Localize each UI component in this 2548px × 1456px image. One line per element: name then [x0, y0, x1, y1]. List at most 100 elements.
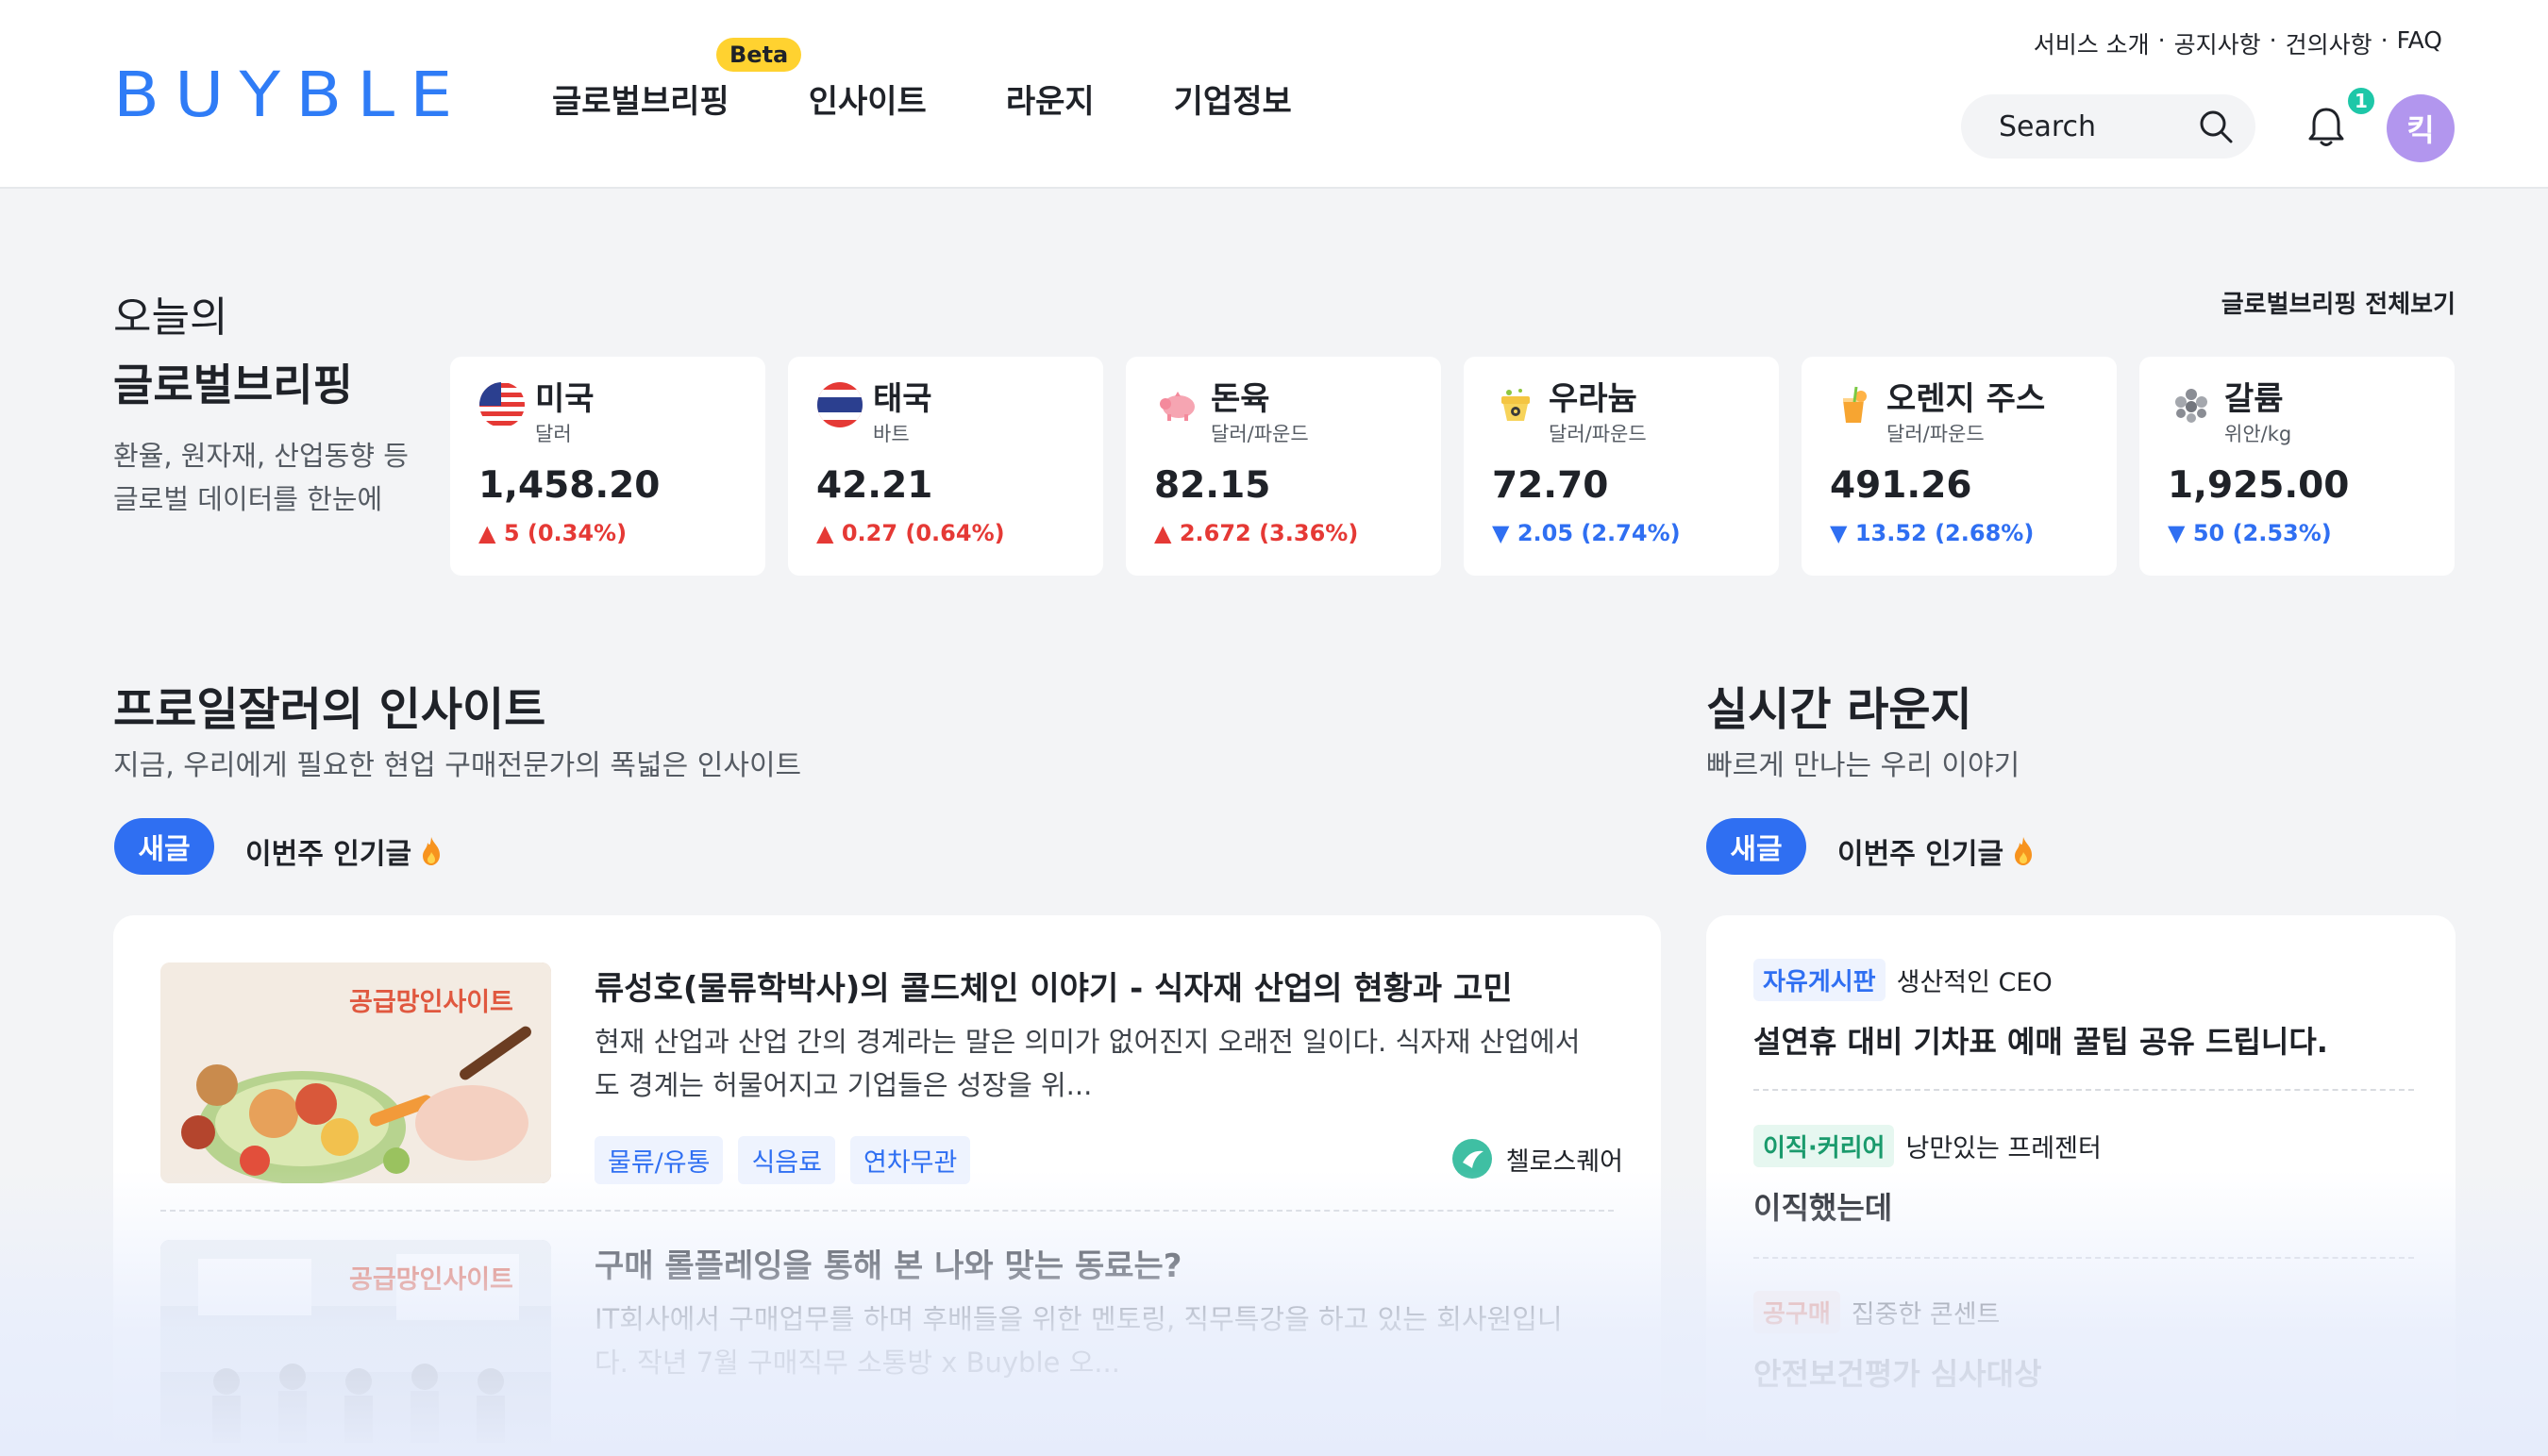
- card-value: 82.15: [1154, 464, 1271, 507]
- briefing-card-gallium[interactable]: 갈륨 위안/kg 1,925.00 ▼ 50 (2.53%): [2139, 357, 2455, 576]
- briefing-cards: 미국 달러 1,458.20 ▲ 5 (0.34%) 태국 바트 42.21 ▲: [450, 357, 2455, 576]
- briefing-card-uranium[interactable]: 우라늄 달러/파운드 72.70 ▼ 2.05 (2.74%): [1464, 357, 1779, 576]
- card-change-value: 2.672 (3.36%): [1179, 520, 1359, 546]
- lounge-tab-popular[interactable]: 이번주 인기글: [1837, 830, 2036, 872]
- post-author-name: 첼로스퀘어: [1505, 1146, 1623, 1177]
- lounge-title: 이직했는데: [1753, 1190, 1893, 1226]
- author-logo-icon: [1451, 1139, 1492, 1179]
- lounge-tab-new[interactable]: 새글: [1706, 818, 1806, 875]
- insight-post[interactable]: 공급망인사이트 류성호(물류학박사)의 콜드체인 이야기 - 식자재 산업의 현…: [160, 962, 1661, 1184]
- post-tags: 물류/유통 식음료 연차무관: [595, 1136, 971, 1184]
- post-description: IT회사에서 구매업무를 하며 후배들을 위한 멘토링, 직무특강을 하고 있는…: [595, 1303, 1563, 1379]
- avatar[interactable]: 킥: [2387, 94, 2455, 162]
- card-change: ▲ 2.672 (3.36%): [1154, 520, 1359, 546]
- card-unit: 달러/파운드: [1211, 423, 1309, 445]
- card-value: 1,925.00: [2168, 464, 2350, 507]
- insight-section-title: 프로일잘러의 인사이트: [113, 683, 546, 736]
- card-change: ▼ 50 (2.53%): [2168, 520, 2332, 546]
- insight-tab-popular[interactable]: 이번주 인기글: [245, 830, 444, 872]
- lounge-section-subtitle: 빠르게 만나는 우리 이야기: [1706, 749, 2020, 782]
- bell-icon[interactable]: [2303, 104, 2350, 151]
- insight-post[interactable]: 공급망인사이트 구매 롤플레잉을 통해 본 나와 맞는 동료는? IT회사에서 …: [160, 1240, 1661, 1456]
- card-name: 태국: [873, 380, 932, 418]
- lounge-category-badge: 이직·커리어: [1753, 1125, 1895, 1167]
- buyble-logo[interactable]: BUYBLE: [113, 62, 467, 128]
- lounge-item[interactable]: 이직·커리어 낭만있는 프레젠터 이직했는데: [1753, 1125, 2414, 1228]
- util-link-suggestion[interactable]: 건의사항: [2286, 26, 2372, 60]
- card-unit: 위안/kg: [2224, 423, 2292, 445]
- card-value: 491.26: [1830, 464, 1972, 507]
- util-link-notice[interactable]: 공지사항: [2174, 26, 2261, 60]
- search-icon[interactable]: [2197, 108, 2235, 145]
- orange-juice-icon: [1843, 386, 1867, 423]
- briefing-intro: 오늘의 글로벌브리핑 환율, 원자재, 산업동향 등 글로벌 데이터를 한눈에: [113, 283, 434, 521]
- card-name: 오렌지 주스: [1886, 380, 2046, 418]
- card-change-value: 13.52 (2.68%): [1854, 520, 2035, 546]
- card-change: ▼ 2.05 (2.74%): [1492, 520, 1681, 546]
- card-unit: 달러: [535, 423, 572, 445]
- briefing-card-orange-juice[interactable]: 오렌지 주스 달러/파운드 491.26 ▼ 13.52 (2.68%): [1802, 357, 2117, 576]
- beta-badge: Beta: [716, 38, 802, 72]
- card-name: 미국: [535, 380, 595, 418]
- lounge-divider: [1753, 1089, 2414, 1091]
- post-description: 현재 산업과 산업 간의 경계라는 말은 의미가 없어진지 오래전 일이다. 식…: [595, 1026, 1581, 1101]
- lounge-author: 생산적인 CEO: [1896, 968, 2053, 997]
- card-change-value: 50 (2.53%): [2192, 520, 2332, 546]
- card-name: 우라늄: [1549, 380, 1637, 418]
- insight-tab-new[interactable]: 새글: [114, 818, 214, 875]
- nav-lounge[interactable]: 라운지: [1006, 75, 1095, 122]
- card-unit: 달러/파운드: [1886, 423, 1985, 445]
- search-input[interactable]: [1999, 109, 2188, 143]
- card-change-value: 0.27 (0.64%): [841, 520, 1005, 546]
- nav-insight[interactable]: 인사이트: [809, 75, 927, 122]
- card-value: 1,458.20: [478, 464, 661, 507]
- separator: ·: [2380, 26, 2389, 54]
- insight-panel: 공급망인사이트 류성호(물류학박사)의 콜드체인 이야기 - 식자재 산업의 현…: [113, 915, 1661, 1456]
- thailand-flag-icon: [817, 382, 863, 427]
- lounge-divider: [1753, 1257, 2414, 1259]
- briefing-card-thailand[interactable]: 태국 바트 42.21 ▲ 0.27 (0.64%): [788, 357, 1103, 576]
- tag[interactable]: 물류/유통: [595, 1136, 724, 1184]
- post-thumbnail: 공급망인사이트: [160, 962, 551, 1183]
- us-flag-icon: [479, 382, 525, 427]
- card-name: 갈륨: [2224, 380, 2284, 418]
- tab-popular-label: 이번주 인기글: [1837, 838, 2004, 871]
- gallium-icon: [2175, 389, 2207, 423]
- search-box: [1961, 94, 2255, 159]
- post-thumbnail-label: 공급망인사이트: [349, 988, 513, 1017]
- insight-section-subtitle: 지금, 우리에게 필요한 현업 구매전문가의 폭넓은 인사이트: [113, 749, 802, 782]
- notification-count-badge: 1: [2345, 85, 2377, 117]
- nav-global-briefing[interactable]: 글로벌브리핑 Beta: [552, 38, 802, 122]
- lounge-item[interactable]: 자유게시판 생산적인 CEO 설연휴 대비 기차표 예매 꿀팁 공유 드립니다.: [1753, 959, 2414, 1062]
- lounge-panel: 자유게시판 생산적인 CEO 설연휴 대비 기차표 예매 꿀팁 공유 드립니다.…: [1706, 915, 2456, 1456]
- utility-links: 서비스 소개 · 공지사항 · 건의사항 · FAQ: [2034, 26, 2442, 60]
- separator: ·: [2269, 26, 2277, 54]
- separator: ·: [2157, 26, 2166, 54]
- util-link-faq[interactable]: FAQ: [2397, 26, 2442, 60]
- nav-label: 글로벌브리핑: [552, 83, 729, 121]
- briefing-card-usa[interactable]: 미국 달러 1,458.20 ▲ 5 (0.34%): [450, 357, 765, 576]
- lounge-category-badge: 자유게시판: [1753, 959, 1886, 1001]
- tag[interactable]: 식음료: [738, 1136, 835, 1184]
- lounge-item[interactable]: 공구매 집중한 콘센트 안전보건평가 심사대상: [1753, 1291, 2414, 1394]
- card-change: ▲ 5 (0.34%): [478, 520, 628, 546]
- post-thumbnail: 공급망인사이트: [160, 1240, 551, 1456]
- lounge-section-title: 실시간 라운지: [1706, 683, 1972, 736]
- briefing-subtitle: 환율, 원자재, 산업동향 등 글로벌 데이터를 한눈에: [113, 440, 409, 515]
- card-change: ▼ 13.52 (2.68%): [1830, 520, 2035, 546]
- briefing-title-line1: 오늘의: [113, 293, 228, 342]
- briefing-view-all-link[interactable]: 글로벌브리핑 전체보기: [2221, 285, 2456, 320]
- tag[interactable]: 연차무관: [850, 1136, 971, 1184]
- lounge-category-badge: 공구매: [1753, 1291, 1840, 1333]
- briefing-card-pork[interactable]: 돈육 달러/파운드 82.15 ▲ 2.672 (3.36%): [1126, 357, 1441, 576]
- util-link-service-intro[interactable]: 서비스 소개: [2034, 26, 2150, 60]
- post-title[interactable]: 구매 롤플레잉을 통해 본 나와 맞는 동료는?: [595, 1240, 1642, 1286]
- post-title[interactable]: 류성호(물류학박사)의 콜드체인 이야기 - 식자재 산업의 현황과 고민: [595, 962, 1642, 1009]
- card-change-value: 5 (0.34%): [503, 520, 628, 546]
- card-unit: 바트: [873, 423, 910, 445]
- tab-popular-label: 이번주 인기글: [245, 838, 412, 871]
- briefing-title-line2: 글로벌브리핑: [113, 360, 353, 410]
- card-change: ▲ 0.27 (0.64%): [816, 520, 1005, 546]
- post-author[interactable]: 첼로스퀘어: [1451, 1138, 1623, 1180]
- nav-company-info[interactable]: 기업정보: [1174, 75, 1292, 122]
